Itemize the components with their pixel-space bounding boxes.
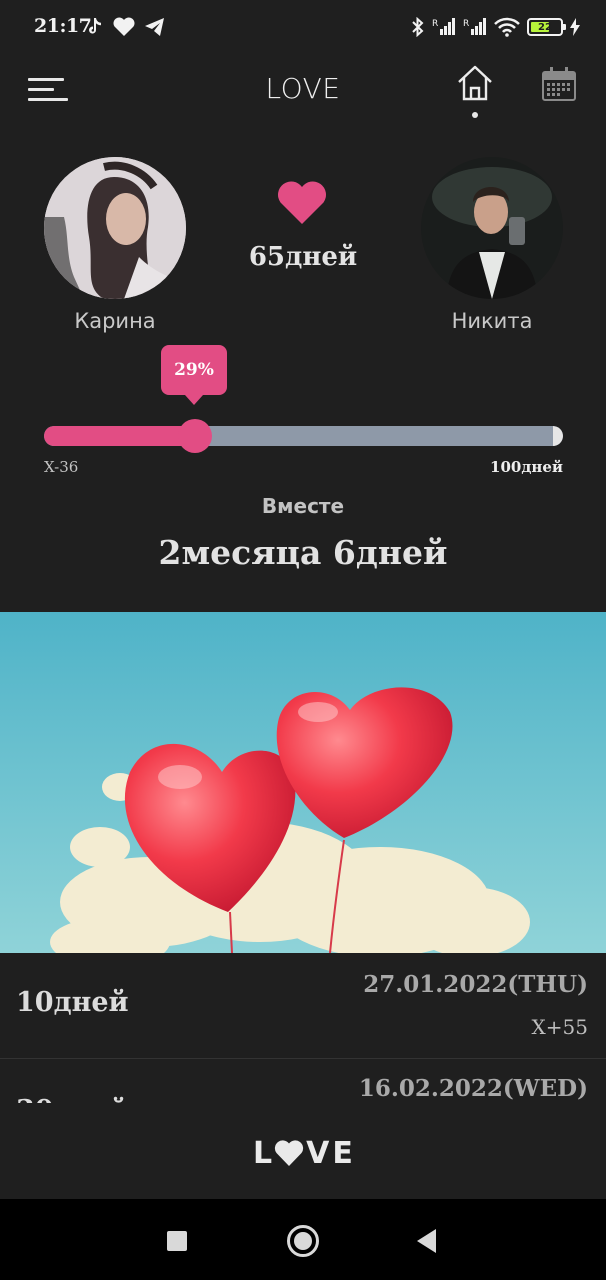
svg-text:R: R (432, 19, 438, 29)
telegram-icon (145, 18, 164, 36)
status-bar: 21:17 R R 22 (0, 0, 606, 58)
heart-icon (278, 181, 326, 224)
avatar-left[interactable] (44, 157, 186, 299)
brand-letters-ve: VE (306, 1135, 356, 1171)
together-label: Вместе (261, 494, 345, 518)
menu-icon[interactable] (28, 74, 68, 106)
svg-text:R: R (463, 19, 469, 29)
battery-level: 22 (538, 21, 552, 33)
together-duration: 2месяца 6дней (158, 533, 448, 572)
progress-end-label: 100дней (490, 458, 563, 476)
app-title: LOVE (265, 72, 341, 105)
status-time: 21:17 (34, 15, 92, 37)
milestone-date: 27.01.2022(THU) (363, 971, 588, 998)
progress-percent-tooltip: 29% (161, 345, 227, 405)
list-item[interactable]: 30дней 16.02.2022(WED) (0, 1059, 606, 1103)
milestone-label: 10дней (16, 987, 129, 1018)
progress-track (44, 426, 563, 446)
bluetooth-icon (412, 17, 424, 37)
wifi-icon (494, 17, 520, 37)
calendar-icon[interactable] (541, 66, 577, 102)
milestone-offset: X+55 (531, 1015, 588, 1039)
days-together-count: 65дней (248, 242, 358, 272)
brand-logo: L VE (253, 1135, 356, 1171)
tiktok-icon (89, 18, 101, 34)
charging-icon (570, 18, 580, 36)
avatar-right[interactable] (421, 157, 563, 299)
progress-start-label: X-36 (44, 458, 79, 476)
signal-icon: R (432, 18, 455, 35)
milestone-date: 16.02.2022(WED) (358, 1075, 588, 1102)
milestone-label: 30дней (16, 1095, 129, 1103)
milestone-list: 10дней 27.01.2022(THU) X+55 30дней 16.02… (0, 953, 606, 1103)
partner-name-right: Никита (451, 309, 533, 333)
home-icon[interactable] (456, 64, 494, 102)
heart-icon (275, 1140, 304, 1166)
progress-knob[interactable] (177, 419, 212, 453)
home-button[interactable] (287, 1225, 319, 1257)
cover-photo[interactable] (0, 612, 606, 953)
active-tab-indicator (472, 112, 478, 118)
brand-letter-l: L (253, 1135, 276, 1171)
partner-name-left: Карина (74, 309, 156, 333)
list-item[interactable]: 10дней 27.01.2022(THU) X+55 (0, 953, 606, 1059)
battery-icon: 22 (527, 18, 566, 36)
back-button[interactable] (417, 1229, 436, 1253)
progress-end-cap (553, 426, 563, 446)
signal-icon: R (463, 18, 486, 35)
recents-button[interactable] (167, 1231, 187, 1251)
heart-icon (113, 17, 135, 36)
progress-fill (44, 426, 195, 446)
